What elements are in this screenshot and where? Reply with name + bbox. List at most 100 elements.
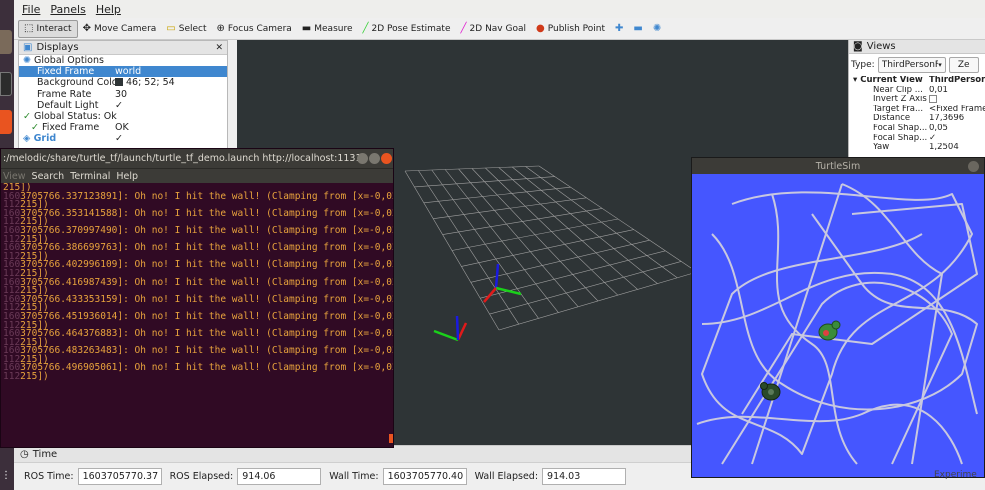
display-row-default-light[interactable]: Default Light ✓ xyxy=(19,100,227,111)
terminal-line-text: 215]) xyxy=(20,371,49,383)
terminal-line-prefix: 112 xyxy=(3,371,21,383)
grid-icon: ◈ xyxy=(23,133,34,145)
yaw-value[interactable]: 1,2504 xyxy=(929,143,985,153)
focus-camera-tool-button[interactable]: ⊕ Focus Camera xyxy=(212,20,297,38)
tool-properties-button[interactable]: ✺ xyxy=(648,20,666,38)
tool-bar: ⬚ Interact ✥ Move Camera ▭ Select ⊕ Focu… xyxy=(14,18,985,40)
invert-z-checkbox[interactable] xyxy=(929,95,937,104)
zero-button[interactable]: Ze xyxy=(948,57,979,73)
display-row-background-color[interactable]: Background Color 46; 52; 54 xyxy=(19,77,227,88)
wall-elapsed-field[interactable]: 914.03 xyxy=(542,467,627,485)
view-row-target-frame[interactable]: Target Fra... <Fixed Frame xyxy=(849,105,985,115)
zero-button-label: Ze xyxy=(957,60,970,70)
terminal-menu-search[interactable]: Search xyxy=(32,171,65,182)
terminal-titlebar[interactable]: :/melodic/share/turtle_tf/launch/turtle_… xyxy=(1,149,393,168)
fixed-frame-value[interactable]: world xyxy=(115,66,227,77)
launcher-files-icon[interactable] xyxy=(0,30,12,54)
chevron-down-icon: ▾ xyxy=(938,61,942,69)
turtle2 xyxy=(818,320,841,341)
add-tool-button[interactable]: ✚ xyxy=(610,20,628,38)
focal-shape-size-label: Focal Shap... xyxy=(873,123,928,133)
current-view-value: ThirdPerson xyxy=(929,76,985,85)
terminal-line: 1603705766.416987439]: Oh no! I hit the … xyxy=(3,277,393,288)
measure-tool-button[interactable]: ▬ Measure xyxy=(297,20,358,38)
interact-tool-button[interactable]: ⬚ Interact xyxy=(18,19,78,38)
menu-help[interactable]: Help xyxy=(96,3,121,16)
nav-goal-tool-button[interactable]: ╱ 2D Nav Goal xyxy=(456,20,531,38)
terminal-menu-help[interactable]: Help xyxy=(116,171,138,182)
cursor-icon: ⬚ xyxy=(24,22,34,34)
launcher-show-apps-icon[interactable]: ⋮ xyxy=(0,470,12,488)
terminal-line: 1603705766.433353159]: Oh no! I hit the … xyxy=(3,294,393,305)
views-title: Views xyxy=(866,41,896,52)
view-row-focal-shape-fixed[interactable]: Focal Shap... ✓ xyxy=(849,134,985,144)
display-row-grid[interactable]: ◈ Grid ✓ xyxy=(19,133,227,144)
terminal-line-text: 3705766.386699763]: Oh no! I hit the wal… xyxy=(20,242,393,254)
terminal-window[interactable]: :/melodic/share/turtle_tf/launch/turtle_… xyxy=(0,148,394,448)
turtlesim-close-button[interactable] xyxy=(968,161,979,172)
yaw-label: Yaw xyxy=(873,143,890,153)
global-status-label: Global Status: Ok xyxy=(33,110,117,122)
displays-title: Displays xyxy=(36,42,79,53)
current-view-label: Current View xyxy=(860,76,923,85)
experimental-checkbox-label[interactable]: Experime xyxy=(934,470,977,480)
turtlesim-window[interactable]: TurtleSim xyxy=(691,157,985,478)
ros-time-field[interactable]: 1603705770.37 xyxy=(77,467,162,485)
turtlesim-title: TurtleSim xyxy=(815,160,861,172)
terminal-line-text: 3705766.337123891]: Oh no! I hit the wal… xyxy=(20,190,393,202)
display-row-fixed-frame[interactable]: Fixed Frame world xyxy=(19,66,227,78)
select-tool-button[interactable]: ▭ Select xyxy=(161,20,211,38)
menu-file[interactable]: File xyxy=(22,3,40,16)
view-type-dropdown[interactable]: ThirdPersonFollc ▾ xyxy=(877,57,946,73)
wall-time-field[interactable]: 1603705770.40 xyxy=(382,467,467,485)
frame-rate-value[interactable]: 30 xyxy=(115,89,227,100)
view-type-value: ThirdPersonFollc xyxy=(881,60,939,70)
pose-estimate-tool-button[interactable]: ╱ 2D Pose Estimate xyxy=(358,20,456,38)
panel-close-icon[interactable]: ✕ xyxy=(215,43,223,53)
terminal-line: 1603705766.483263483]: Oh no! I hit the … xyxy=(3,346,393,356)
menu-panels[interactable]: Panels xyxy=(50,3,85,16)
view-row-invert-z[interactable]: Invert Z Axis xyxy=(849,95,985,105)
terminal-menu-view[interactable]: View xyxy=(3,171,26,182)
near-clip-value[interactable]: 0,01 xyxy=(929,86,985,96)
view-row-focal-shape-size[interactable]: Focal Shap... 0,05 xyxy=(849,124,985,134)
turtlesim-titlebar[interactable]: TurtleSim xyxy=(692,158,984,174)
terminal-cursor xyxy=(389,434,393,443)
display-row-frame-rate[interactable]: Frame Rate 30 xyxy=(19,89,227,100)
grid-checkbox[interactable]: ✓ xyxy=(115,133,227,144)
close-button[interactable] xyxy=(381,153,392,164)
wall-time-label: Wall Time: xyxy=(329,470,379,482)
view-row-yaw[interactable]: Yaw 1,2504 xyxy=(849,143,985,153)
maximize-button[interactable] xyxy=(369,153,380,164)
focal-shape-fixed-checkbox[interactable]: ✓ xyxy=(929,134,985,144)
terminal-output[interactable]: 215]) 1603705766.337123891]: Oh no! I hit… xyxy=(1,183,393,448)
focus-icon: ⊕ xyxy=(216,22,225,34)
terminal-line: 1603705766.496905061]: Oh no! I hit the … xyxy=(3,363,393,373)
ros-elapsed-field[interactable]: 914.06 xyxy=(237,467,322,485)
views-panel-header: ◙ Views xyxy=(849,40,985,54)
view-row-distance[interactable]: Distance 17,3696 xyxy=(849,114,985,124)
view-row-near-clip[interactable]: Near Clip ... 0,01 xyxy=(849,86,985,96)
display-row-global-status[interactable]: ✓ Global Status: Ok xyxy=(19,111,227,122)
terminal-menu-terminal[interactable]: Terminal xyxy=(70,171,110,182)
publish-point-tool-button[interactable]: ● Publish Point xyxy=(531,20,610,38)
ros-time-label: ROS Time: xyxy=(24,470,74,482)
terminal-line-text: 3705766.402996109]: Oh no! I hit the wal… xyxy=(20,259,393,271)
focal-shape-size-value[interactable]: 0,05 xyxy=(929,124,985,134)
move-camera-tool-button[interactable]: ✥ Move Camera xyxy=(78,20,162,38)
display-row-global-options[interactable]: ✺ Global Options xyxy=(19,55,227,66)
launcher-terminal-icon[interactable] xyxy=(0,72,12,96)
minimize-button[interactable] xyxy=(357,153,368,164)
default-light-checkbox[interactable]: ✓ xyxy=(115,100,227,111)
distance-value[interactable]: 17,3696 xyxy=(929,114,985,124)
launcher-software-icon[interactable] xyxy=(0,110,12,134)
gear-icon: ✺ xyxy=(652,22,662,34)
view-row-current-view[interactable]: ▾ Current View ThirdPerson xyxy=(849,76,985,86)
move-camera-tool-label: Move Camera xyxy=(93,23,157,34)
remove-tool-button[interactable]: ▬ xyxy=(628,20,647,38)
target-frame-value[interactable]: <Fixed Frame xyxy=(929,105,985,115)
display-row-status-fixed-frame[interactable]: ✓ Fixed Frame OK xyxy=(19,122,227,133)
views-panel: ◙ Views Type: ThirdPersonFollc ▾ Ze ▾ Cu… xyxy=(848,40,985,160)
time-title: Time xyxy=(32,448,58,460)
displays-panel: ▣ Displays ✕ ✺ Global Options Fixed Fram… xyxy=(18,40,228,152)
